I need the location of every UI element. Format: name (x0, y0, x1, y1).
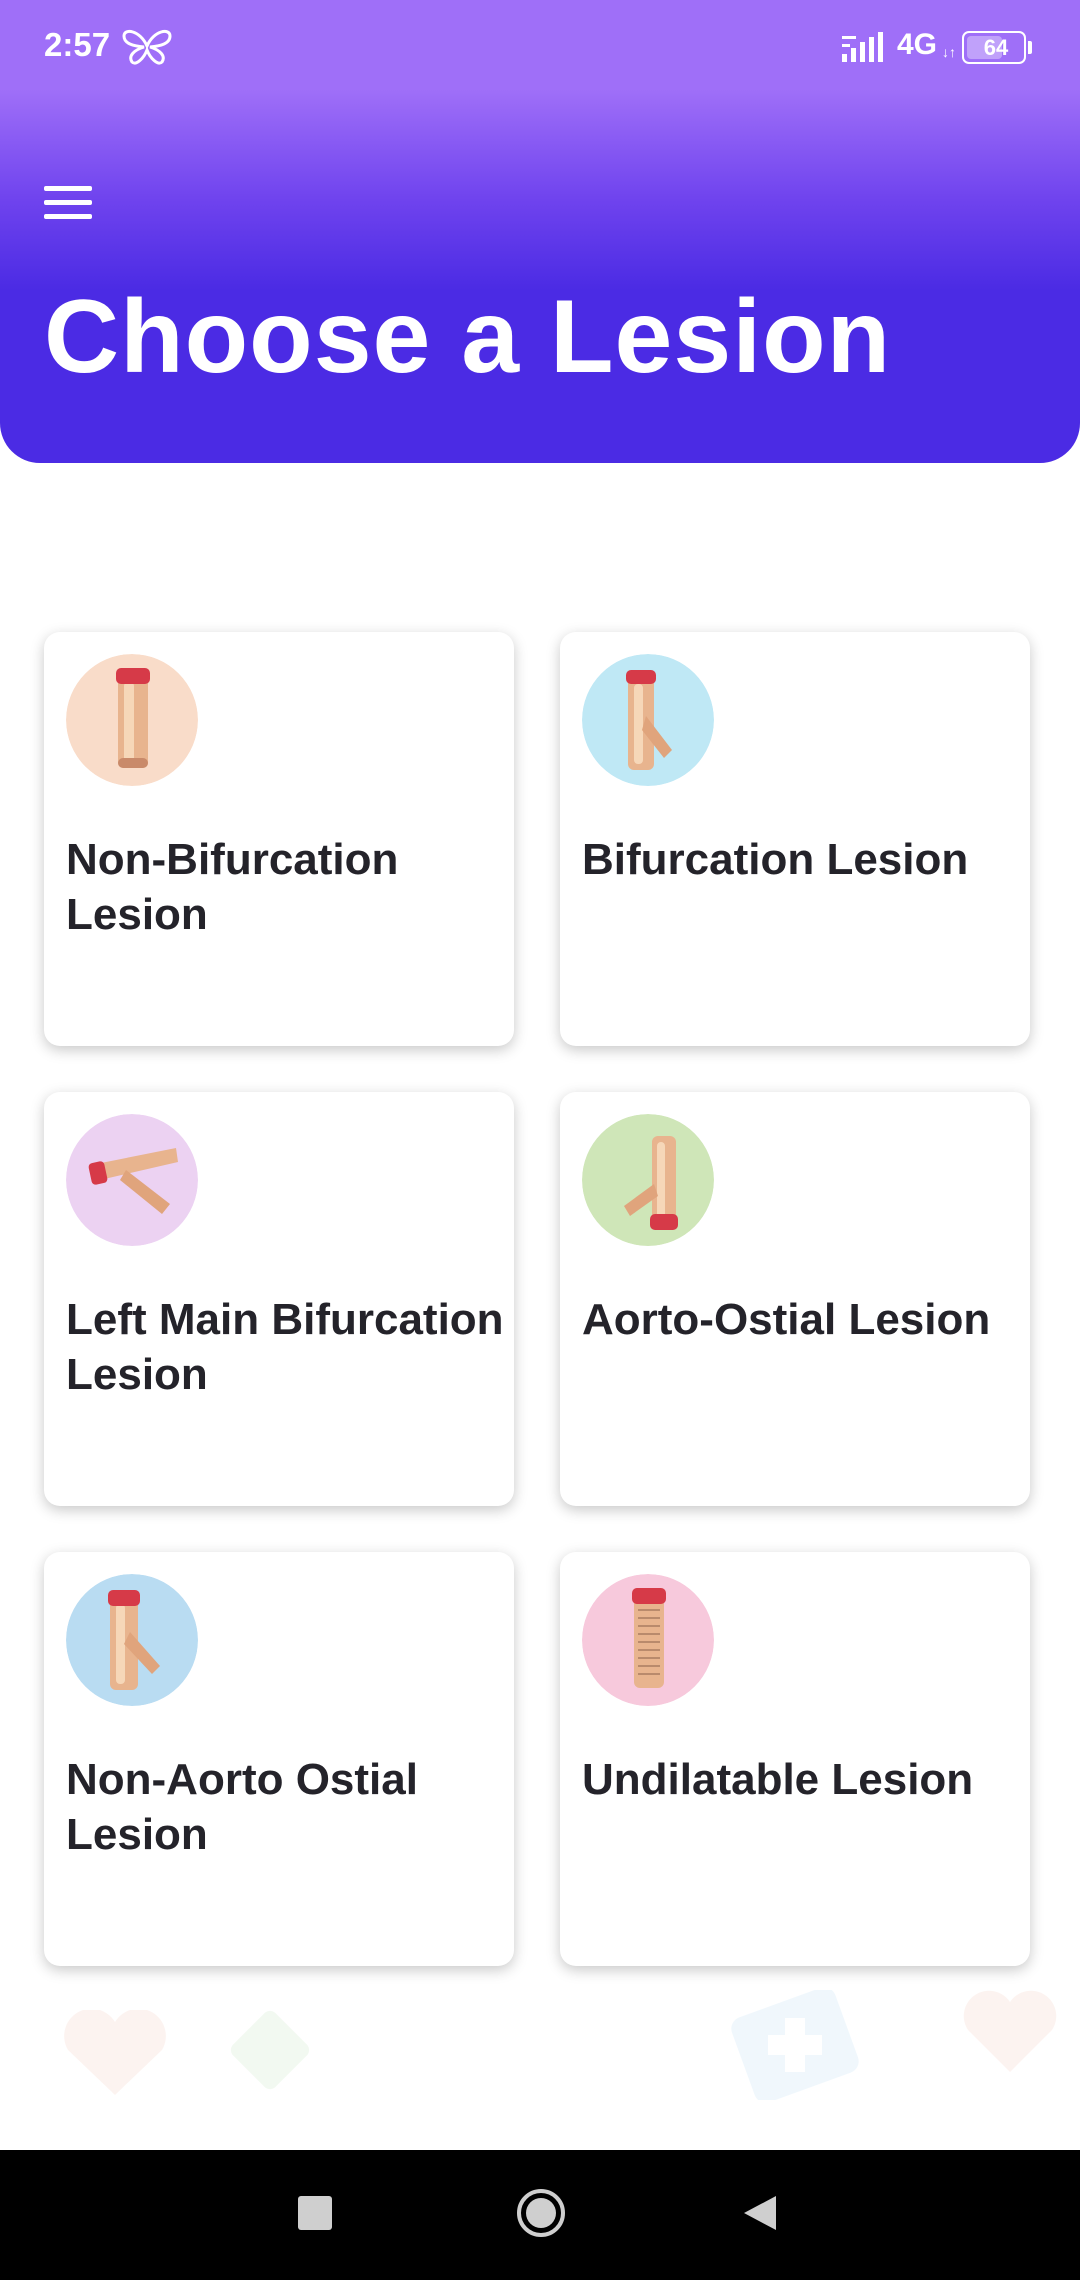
screen: 2:57 4G ↓↑ 64 Choose a Lesion Non-Bifurc… (0, 0, 1080, 2280)
triangle-back-icon[interactable] (742, 2194, 778, 2232)
network-type-label: 4G (897, 28, 938, 61)
lesion-card-aorto-ostial[interactable]: Aorto-Ostial Lesion (560, 1092, 1030, 1506)
background-medical-cross-decoration (731, 1990, 859, 2100)
battery-body: 64 (962, 31, 1026, 64)
circle-home-icon[interactable] (516, 2188, 566, 2238)
battery-tip (1028, 41, 1032, 54)
lesion-card-non-bifurcation[interactable]: Non-Bifurcation Lesion (44, 632, 514, 1046)
lesion-card-left-main-bifurcation[interactable]: Left Main Bifurcation Lesion (44, 1092, 514, 1506)
hamburger-menu-icon-line-top (44, 186, 92, 191)
lesion-card-undilatable[interactable]: Undilatable Lesion (560, 1552, 1030, 1966)
page-title: Choose a Lesion (44, 279, 892, 395)
lesion-card-label: Non-Bifurcation Lesion (66, 835, 399, 939)
hamburger-menu-icon-line-bottom (44, 214, 92, 219)
undilatable-vessel-icon (582, 1574, 714, 1706)
square-recents-icon[interactable] (298, 2196, 332, 2230)
lesion-card-bifurcation[interactable]: Bifurcation Lesion (560, 632, 1030, 1046)
bifurcation-vessel-icon (582, 654, 714, 786)
straight-vessel-icon (66, 654, 198, 786)
lesion-card-label: Undilatable Lesion (582, 1755, 974, 1804)
background-heart-right-decoration (963, 1990, 1057, 2072)
status-bar: 2:57 4G ↓↑ 64 (0, 0, 1080, 96)
lesion-card-label: Aorto-Ostial Lesion (582, 1295, 991, 1344)
signal-strength-icon (842, 32, 883, 62)
butterfly-icon (122, 29, 172, 65)
lesion-card-label: Non-Aorto Ostial Lesion (66, 1755, 418, 1859)
network-activity-indicator: ↓↑ (942, 44, 956, 60)
lesion-card-label: Left Main Bifurcation Lesion (66, 1295, 504, 1399)
header: 2:57 4G ↓↑ 64 Choose a Lesion (0, 0, 1080, 463)
status-time: 2:57 (44, 26, 111, 63)
hamburger-menu-icon-line-middle (44, 200, 92, 205)
aorto-ostial-vessel-icon (582, 1114, 714, 1246)
hamburger-menu-button[interactable] (40, 180, 96, 226)
background-heart-decoration (64, 2010, 166, 2095)
lesion-card-non-aorto-ostial[interactable]: Non-Aorto Ostial Lesion (44, 1552, 514, 1966)
left-main-vessel-icon (66, 1114, 198, 1246)
battery-icon: 64 (962, 31, 1034, 64)
non-aorto-ostial-vessel-icon (66, 1574, 198, 1706)
system-navigation-bar (0, 2150, 1080, 2280)
lesion-card-label: Bifurcation Lesion (582, 835, 969, 884)
background-leaf-decoration (230, 2010, 310, 2090)
battery-level: 64 (983, 35, 1009, 60)
